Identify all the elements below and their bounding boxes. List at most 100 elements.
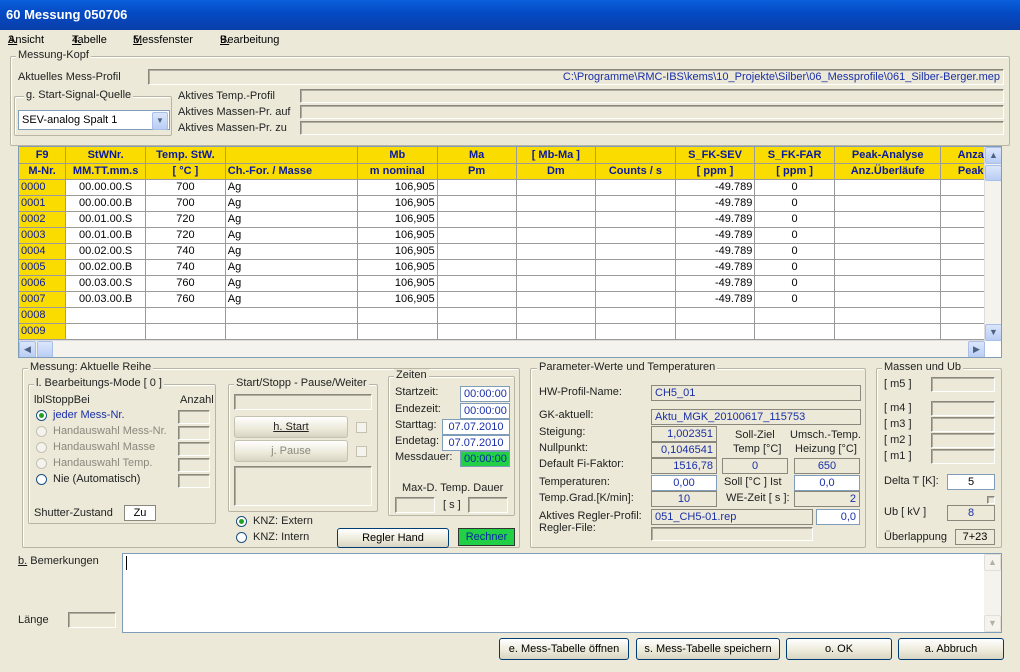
table-cell[interactable]: 106,905 xyxy=(357,243,438,260)
table-cell[interactable] xyxy=(516,275,597,292)
row-index-cell[interactable]: 0007 xyxy=(19,291,67,308)
delta-t-value[interactable]: 5 xyxy=(947,474,995,490)
table-cell[interactable] xyxy=(675,307,756,324)
row-index-cell[interactable]: 0001 xyxy=(19,195,67,212)
table-cell[interactable] xyxy=(595,211,676,228)
table-cell[interactable] xyxy=(754,307,835,324)
table-cell[interactable]: Ag xyxy=(225,195,358,212)
pause-button[interactable]: j. Pause xyxy=(234,440,348,462)
table-cell[interactable]: 00.00.00.B xyxy=(65,195,147,212)
table-cell[interactable] xyxy=(834,179,942,196)
column-header[interactable]: F9 xyxy=(19,147,67,164)
table-cell[interactable] xyxy=(595,195,676,212)
table-cell[interactable] xyxy=(437,291,517,308)
column-header[interactable]: Anz.Überläufe xyxy=(834,163,942,180)
table-cell[interactable]: 700 xyxy=(145,179,226,196)
table-cell[interactable]: 106,905 xyxy=(357,211,438,228)
table-cell[interactable]: 00.02.00.B xyxy=(65,259,147,276)
chevron-down-icon[interactable]: ▼ xyxy=(152,112,168,130)
table-cell[interactable]: 00.00.00.S xyxy=(65,179,147,196)
table-cell[interactable]: 740 xyxy=(145,259,226,276)
table-cell[interactable]: 740 xyxy=(145,243,226,260)
table-cell[interactable] xyxy=(357,307,438,324)
start-signal-select[interactable]: SEV-analog Spalt 1 ▼ xyxy=(18,110,170,130)
column-header[interactable]: S_FK-FAR xyxy=(754,147,835,164)
column-header[interactable]: Temp. StW. xyxy=(145,147,226,164)
radio-handauswahl-mess-nr[interactable] xyxy=(36,426,47,437)
table-cell[interactable]: -49.789 xyxy=(675,211,756,228)
table-cell[interactable]: 106,905 xyxy=(357,291,438,308)
table-cell[interactable]: 106,905 xyxy=(357,259,438,276)
table-cell[interactable] xyxy=(437,275,517,292)
column-header[interactable]: Dm xyxy=(516,163,597,180)
start-checkbox[interactable] xyxy=(356,422,367,433)
table-cell[interactable] xyxy=(834,243,942,260)
table-cell[interactable]: Ag xyxy=(225,179,358,196)
scroll-thumb-horizontal[interactable] xyxy=(37,341,53,357)
column-header[interactable]: m nominal xyxy=(357,163,438,180)
table-row[interactable]: 0007 00.03.00.B 760 Ag 106,905 -49.789 0 xyxy=(19,291,1001,308)
table-cell[interactable] xyxy=(834,323,942,340)
table-cell[interactable] xyxy=(145,323,226,340)
table-cell[interactable] xyxy=(595,179,676,196)
table-cell[interactable] xyxy=(595,307,676,324)
table-row[interactable]: 0009 xyxy=(19,323,1001,340)
scroll-up-icon[interactable]: ▲ xyxy=(985,147,1001,164)
table-cell[interactable]: 106,905 xyxy=(357,275,438,292)
table-cell[interactable]: Ag xyxy=(225,211,358,228)
table-cell[interactable]: 00.02.00.S xyxy=(65,243,147,260)
table-cell[interactable]: Ag xyxy=(225,243,358,260)
table-cell[interactable]: Ag xyxy=(225,259,358,276)
table-cell[interactable]: -49.789 xyxy=(675,179,756,196)
column-header[interactable] xyxy=(595,147,676,164)
table-cell[interactable]: 0 xyxy=(754,275,835,292)
radio-handauswahl-masse[interactable] xyxy=(36,442,47,453)
table-cell[interactable]: 106,905 xyxy=(357,227,438,244)
row-index-cell[interactable]: 0009 xyxy=(19,323,67,340)
table-cell[interactable] xyxy=(595,323,676,340)
mess-tabelle-oeffnen-button[interactable]: e. Mess-Tabelle öffnen xyxy=(499,638,629,660)
scroll-left-icon[interactable]: ◀ xyxy=(19,341,36,357)
bemerkungen-scrollbar[interactable]: ▲ ▼ xyxy=(984,554,1001,632)
table-cell[interactable]: 720 xyxy=(145,227,226,244)
table-cell[interactable] xyxy=(516,243,597,260)
row-index-cell[interactable]: 0006 xyxy=(19,275,67,292)
table-cell[interactable] xyxy=(834,259,942,276)
column-header[interactable]: Ch.-For. / Masse xyxy=(225,163,358,180)
abbruch-button[interactable]: a. Abbruch xyxy=(898,638,1004,660)
column-header[interactable]: Mb xyxy=(357,147,438,164)
column-header[interactable]: [ °C ] xyxy=(145,163,226,180)
table-cell[interactable] xyxy=(834,307,942,324)
regler-hand-button[interactable]: Regler Hand xyxy=(337,528,449,548)
table-row[interactable]: 0004 00.02.00.S 740 Ag 106,905 -49.789 0 xyxy=(19,243,1001,260)
table-cell[interactable]: 0 xyxy=(754,211,835,228)
table-row[interactable]: 0001 00.00.00.B 700 Ag 106,905 -49.789 0 xyxy=(19,195,1001,212)
table-row[interactable]: 0000 00.00.00.S 700 Ag 106,905 -49.789 0 xyxy=(19,179,1001,196)
table-cell[interactable]: 0 xyxy=(754,243,835,260)
table-cell[interactable] xyxy=(516,195,597,212)
table-cell[interactable] xyxy=(834,275,942,292)
column-header[interactable]: Counts / s xyxy=(595,163,676,180)
table-cell[interactable] xyxy=(437,259,517,276)
table-cell[interactable] xyxy=(834,195,942,212)
table-cell[interactable] xyxy=(225,307,358,324)
table-cell[interactable] xyxy=(437,211,517,228)
start-button[interactable]: h. Start xyxy=(234,416,348,438)
table-cell[interactable]: -49.789 xyxy=(675,291,756,308)
table-cell[interactable]: Ag xyxy=(225,227,358,244)
table-cell[interactable]: 106,905 xyxy=(357,195,438,212)
table-cell[interactable] xyxy=(595,259,676,276)
table-cell[interactable]: 0 xyxy=(754,179,835,196)
table-cell[interactable] xyxy=(225,323,358,340)
row-index-cell[interactable]: 0002 xyxy=(19,211,67,228)
row-index-cell[interactable]: 0004 xyxy=(19,243,67,260)
table-cell[interactable]: 700 xyxy=(145,195,226,212)
table-cell[interactable] xyxy=(834,211,942,228)
table-cell[interactable]: 0 xyxy=(754,227,835,244)
row-index-cell[interactable]: 0005 xyxy=(19,259,67,276)
table-cell[interactable] xyxy=(595,291,676,308)
table-cell[interactable]: Ag xyxy=(225,275,358,292)
table-cell[interactable]: -49.789 xyxy=(675,243,756,260)
table-cell[interactable] xyxy=(834,227,942,244)
table-cell[interactable] xyxy=(595,243,676,260)
